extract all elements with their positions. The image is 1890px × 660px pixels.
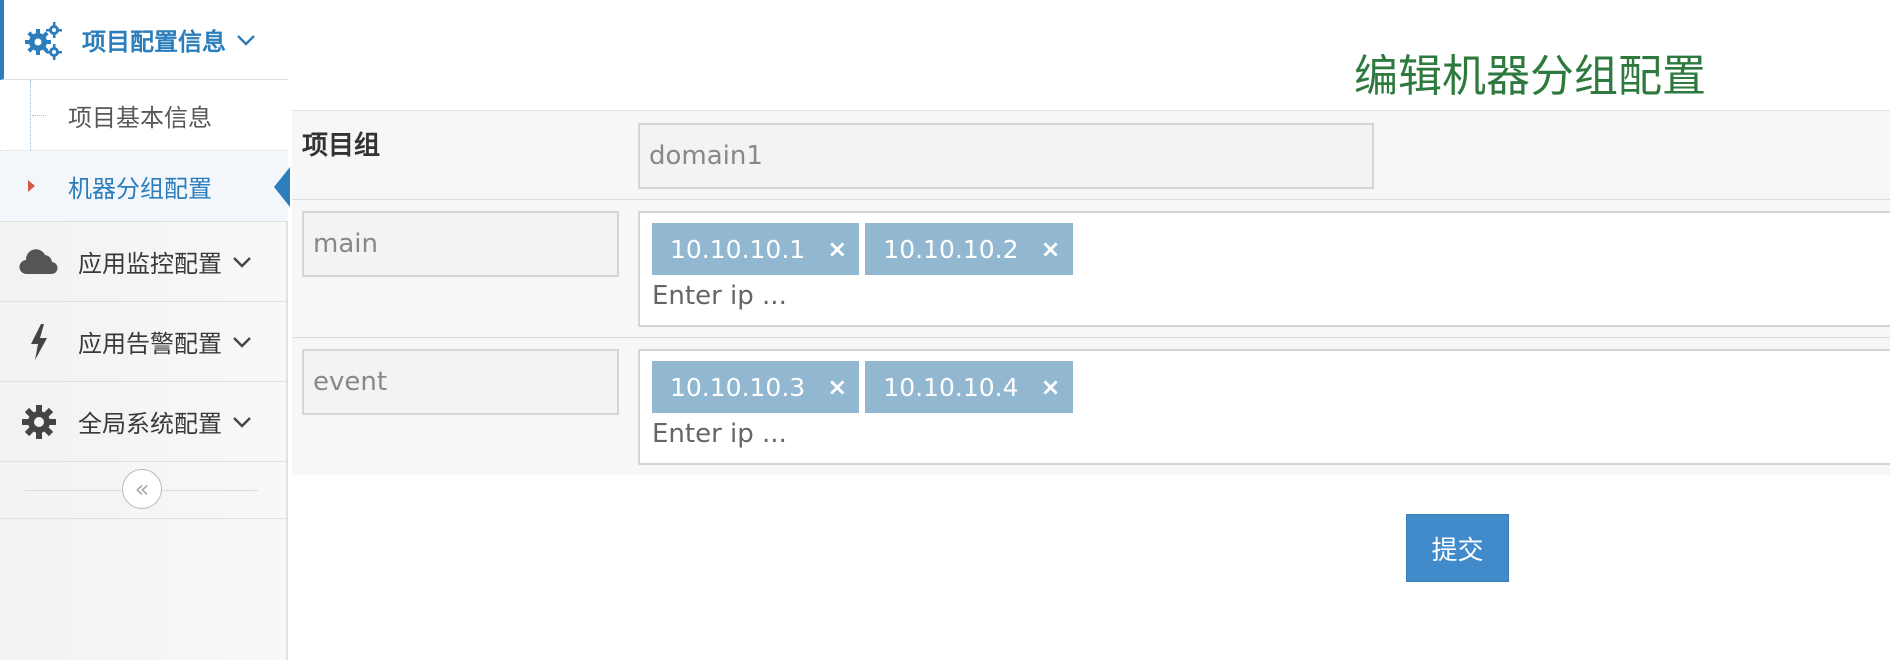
chevron-down-icon [232,251,254,273]
chevron-down-icon [232,331,254,353]
bolt-icon [0,323,78,360]
ip-tag: 10.10.10.1 × [652,223,860,275]
submit-button[interactable]: 提交 [1406,514,1509,582]
group-name-input[interactable]: main [302,211,619,277]
page-title: 编辑机器分组配置 [1354,51,1706,102]
ip-tag-input[interactable]: 10.10.10.3 × 10.10.10.4 × Enter ip ... [638,349,1890,465]
close-icon[interactable]: × [827,373,847,401]
sidebar-item-project-basic-info[interactable]: 项目基本信息 [0,80,288,151]
sidebar-menu-label: 项目配置信息 [82,28,226,56]
row-divider [292,337,1890,338]
ip-tag-label: 10.10.10.1 [670,234,806,264]
sidebar-collapse-button[interactable]: « [122,469,162,509]
ip-tag-input[interactable]: 10.10.10.1 × 10.10.10.2 × Enter ip ... [638,211,1890,327]
tag-list: 10.10.10.3 × 10.10.10.4 × [652,361,1079,413]
sidebar-menu-app-monitor[interactable]: 应用监控配置 [0,222,288,302]
sidebar-item-label: 项目基本信息 [68,103,212,132]
ip-tag: 10.10.10.4 × [865,361,1073,413]
sidebar-menu-project-config[interactable]: 项目配置信息 [0,0,288,80]
project-group-label: 项目组 [302,131,381,161]
tree-branch [32,115,46,116]
machine-group-form: 项目组 domain1 main 10.10.10.1 × 10.10.10.2… [292,110,1890,475]
sidebar-menu-app-alert[interactable]: 应用告警配置 [0,302,288,382]
ip-tag-label: 10.10.10.2 [883,234,1019,264]
ip-tag: 10.10.10.2 × [865,223,1073,275]
ip-tag-label: 10.10.10.4 [883,372,1019,402]
ip-entry-field[interactable]: Enter ip ... [652,281,787,311]
sidebar-menu-global-system[interactable]: 全局系统配置 [0,382,288,462]
chevron-down-icon [236,29,258,51]
ip-tag-label: 10.10.10.3 [670,372,806,402]
group-name-input[interactable]: event [302,349,619,415]
active-pointer [274,167,290,207]
sidebar-collapse-row: « [0,462,288,519]
ip-entry-field[interactable]: Enter ip ... [652,419,787,449]
cogs-icon [4,20,82,60]
sidebar-menu-label: 全局系统配置 [78,410,222,438]
close-icon[interactable]: × [1040,235,1060,263]
sidebar-item-machine-group-config[interactable]: 机器分组配置 [0,151,290,222]
row-divider [292,199,1890,200]
caret-right-icon [28,180,35,192]
double-chevron-left-icon: « [134,475,150,503]
chevron-down-icon [232,411,254,433]
cloud-icon [0,248,78,276]
gear-icon [0,404,78,440]
sidebar-submenu: 项目基本信息 机器分组配置 [0,80,290,222]
project-group-input[interactable]: domain1 [638,123,1374,189]
sidebar-menu-label: 应用告警配置 [78,330,222,358]
tag-list: 10.10.10.1 × 10.10.10.2 × [652,223,1079,275]
close-icon[interactable]: × [1040,373,1060,401]
sidebar-item-label: 机器分组配置 [68,174,212,203]
sidebar: 项目配置信息 项目基本信息 机器分组配置 应用监控配置 应用告警配置 全局系统配… [0,0,290,660]
sidebar-menu-label: 应用监控配置 [78,250,222,278]
close-icon[interactable]: × [827,235,847,263]
ip-tag: 10.10.10.3 × [652,361,860,413]
